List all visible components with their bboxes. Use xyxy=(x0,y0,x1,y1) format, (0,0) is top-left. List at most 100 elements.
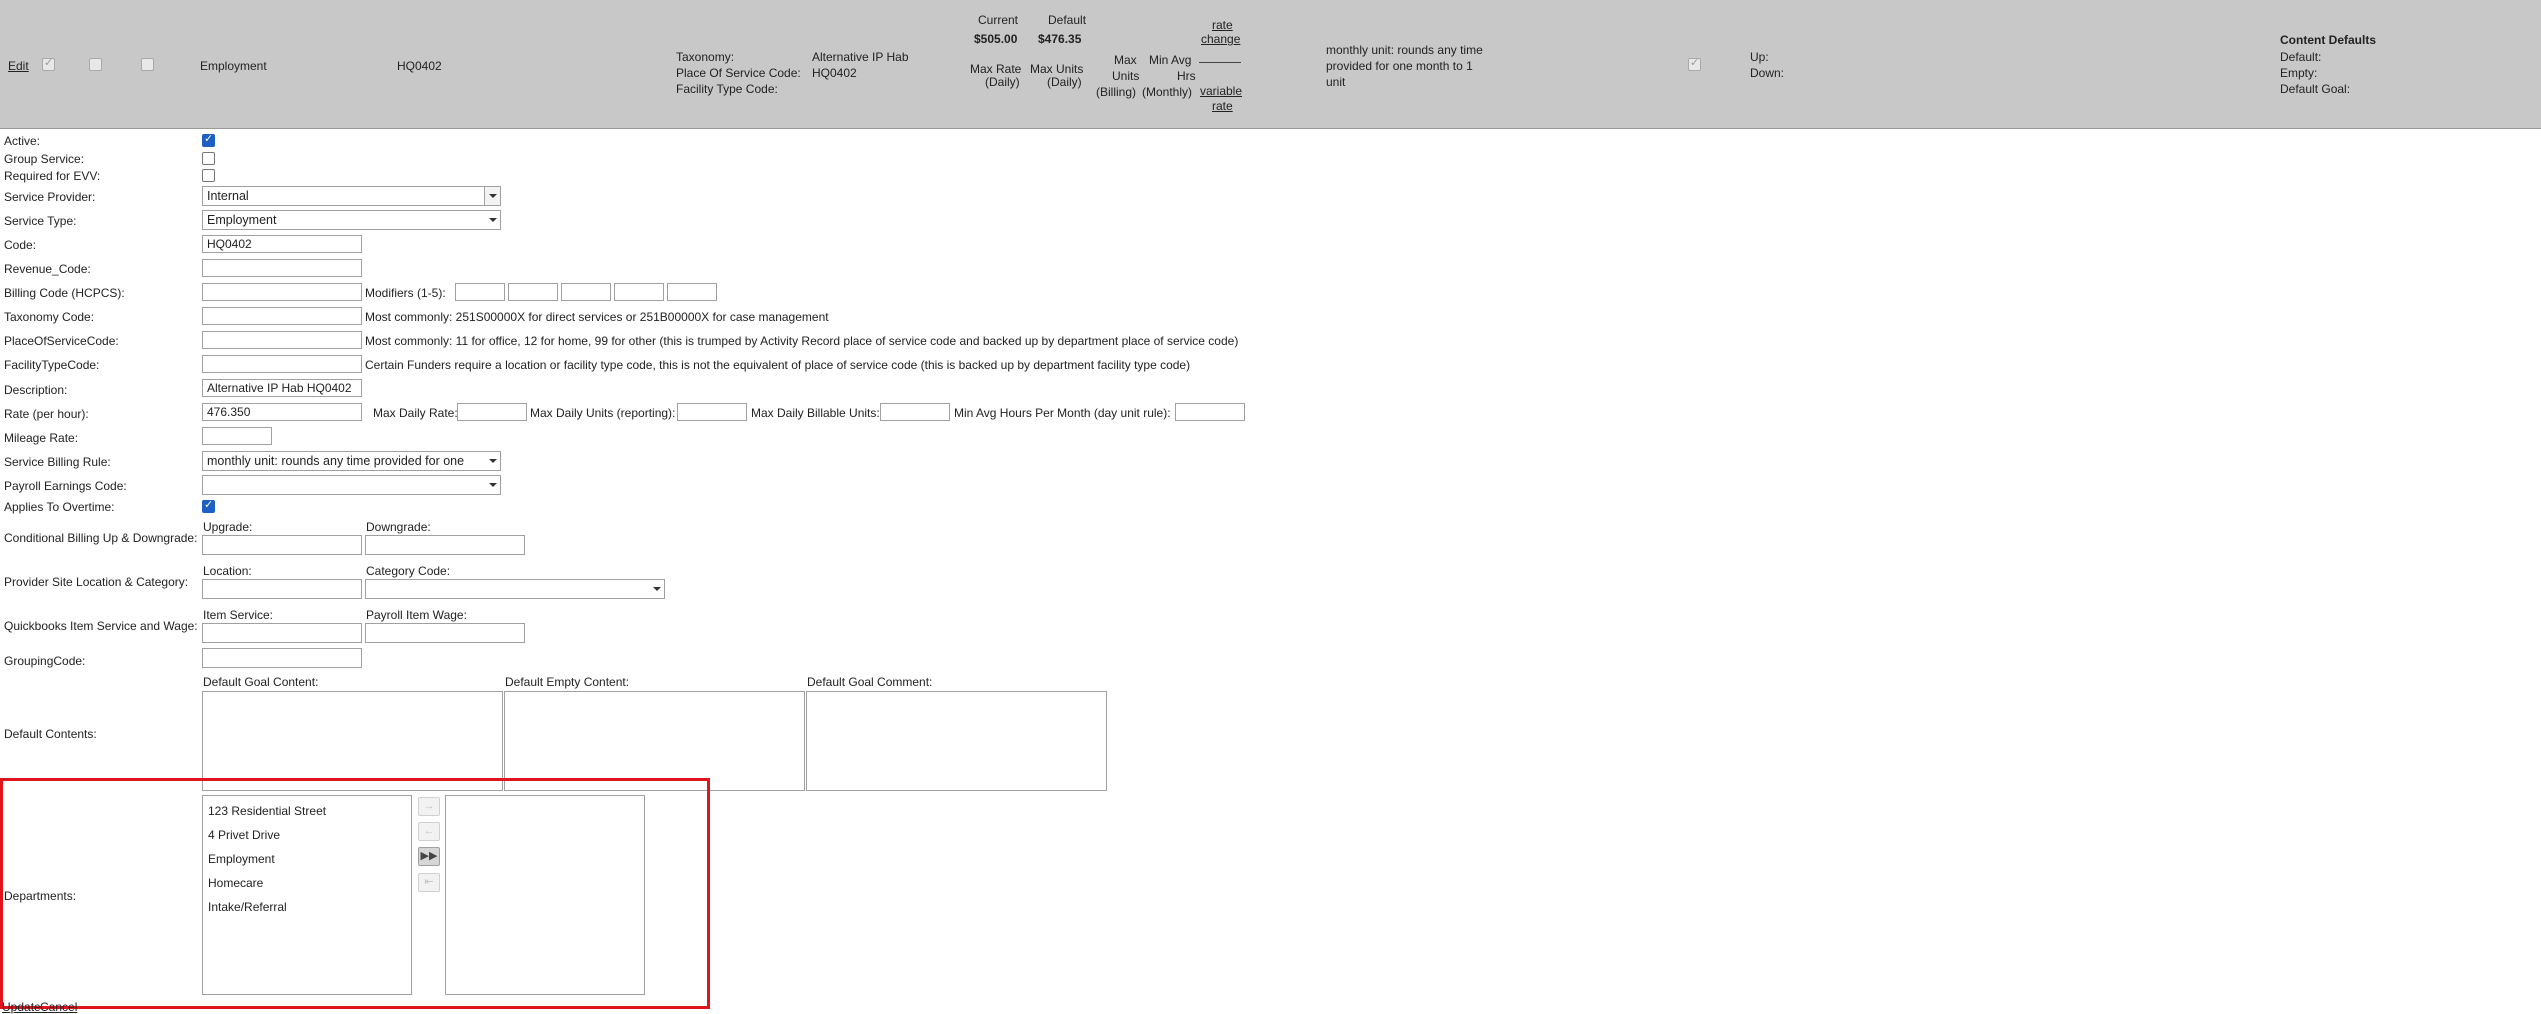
taxonomy-code-label: Taxonomy Code: xyxy=(4,310,95,324)
mileage-rate-label: Mileage Rate: xyxy=(4,431,79,445)
category-code-select[interactable] xyxy=(365,579,665,599)
upgrade-label: Upgrade: xyxy=(203,520,253,534)
rate-divider xyxy=(1199,62,1241,63)
max-daily-billable-input[interactable] xyxy=(880,403,950,421)
taxonomy-code-input[interactable] xyxy=(202,307,362,325)
service-type-select[interactable]: Employment xyxy=(202,210,501,230)
summary-taxonomy-value: Alternative IP Hab xyxy=(812,50,909,64)
update-link[interactable]: Update xyxy=(2,1000,41,1014)
downgrade-input[interactable] xyxy=(365,535,525,555)
service-type-label: Service Type: xyxy=(4,214,77,228)
variable-rate-link[interactable]: variable xyxy=(1200,84,1242,98)
dropdown-arrow-icon xyxy=(485,211,500,229)
default-contents-label: Default Contents: xyxy=(4,727,97,741)
required-evv-checkbox[interactable] xyxy=(202,169,215,182)
location-label: Location: xyxy=(203,564,252,578)
service-provider-select[interactable]: Internal xyxy=(202,186,501,206)
rate-change-link[interactable]: rate xyxy=(1212,18,1233,32)
dropdown-arrow-icon xyxy=(485,476,500,494)
rate-change-link-2[interactable]: change xyxy=(1201,32,1240,46)
max-units-billing-paren: (Billing) xyxy=(1096,85,1137,99)
revenue-code-label: Revenue_Code: xyxy=(4,262,91,276)
summary-active-checkbox xyxy=(42,56,55,71)
summary-evv-checkbox xyxy=(141,58,154,71)
code-label: Code: xyxy=(4,238,37,252)
conditional-billing-label: Conditional Billing Up & Downgrade: xyxy=(4,531,198,545)
upgrade-input[interactable] xyxy=(202,535,362,555)
modifiers-label: Modifiers (1-5): xyxy=(365,286,446,300)
summary-taxonomy-label: Taxonomy: xyxy=(676,50,735,64)
content-defaults-title: Content Defaults xyxy=(2280,33,2376,47)
code-input[interactable]: HQ0402 xyxy=(202,235,362,253)
billing-code-input[interactable] xyxy=(202,283,362,301)
service-type-value: Employment xyxy=(207,213,277,227)
billing-rule-select[interactable]: monthly unit: rounds any time provided f… xyxy=(202,451,501,471)
modifier-2-input[interactable] xyxy=(508,283,558,301)
variable-rate-link-2[interactable]: rate xyxy=(1212,99,1233,113)
rate-input[interactable]: 476.350 xyxy=(202,403,362,421)
group-service-checkbox[interactable] xyxy=(202,152,215,165)
dropdown-arrow-icon xyxy=(485,452,500,470)
taxonomy-hint: Most commonly: 251S00000X for direct ser… xyxy=(365,310,829,324)
service-provider-label: Service Provider: xyxy=(4,190,96,204)
summary-up-label: Up: xyxy=(1750,50,1769,64)
applies-overtime-checkbox[interactable] xyxy=(202,498,215,513)
summary-service-name: Employment xyxy=(200,59,267,73)
default-goal-comment-textarea[interactable] xyxy=(806,691,1107,791)
modifier-5-input[interactable] xyxy=(667,283,717,301)
default-empty-content-textarea[interactable] xyxy=(504,691,805,791)
min-avg-hours-label: Min Avg Hours Per Month (day unit rule): xyxy=(954,406,1171,420)
location-input[interactable] xyxy=(202,579,362,599)
summary-pos-label: Place Of Service Code: xyxy=(676,66,801,80)
active-label: Active: xyxy=(4,134,41,148)
edit-link[interactable]: Edit xyxy=(8,59,29,73)
cd-empty-label: Empty: xyxy=(2280,66,2318,80)
quickbooks-label: Quickbooks Item Service and Wage: xyxy=(4,619,198,633)
group-service-label: Group Service: xyxy=(4,152,85,166)
min-avg-hrs-paren: (Monthly) xyxy=(1142,85,1193,99)
grouping-code-label: GroupingCode: xyxy=(4,654,86,668)
default-empty-content-label: Default Empty Content: xyxy=(505,675,630,689)
summary-overtime-checkbox xyxy=(1688,56,1701,71)
summary-code: HQ0402 xyxy=(397,59,442,73)
facility-type-input[interactable] xyxy=(202,355,362,373)
rate-label: Rate (per hour): xyxy=(4,407,89,421)
payroll-code-select[interactable] xyxy=(202,475,501,495)
mileage-rate-input[interactable] xyxy=(202,427,272,445)
pos-code-input[interactable] xyxy=(202,331,362,349)
description-input[interactable]: Alternative IP Hab HQ0402 xyxy=(202,379,362,397)
summary-down-label: Down: xyxy=(1750,66,1785,80)
facility-type-label: FacilityTypeCode: xyxy=(4,358,100,372)
billing-code-label: Billing Code (HCPCS): xyxy=(4,286,125,300)
cancel-link[interactable]: Cancel xyxy=(40,1000,77,1014)
payroll-item-wage-label: Payroll Item Wage: xyxy=(366,608,467,622)
default-rate-value: $476.35 xyxy=(1038,32,1082,46)
current-rate-value: $505.00 xyxy=(974,32,1018,46)
pos-hint: Most commonly: 11 for office, 12 for hom… xyxy=(365,334,1239,348)
summary-pos-value: HQ0402 xyxy=(812,66,857,80)
default-goal-content-textarea[interactable] xyxy=(202,691,503,791)
active-checkbox[interactable] xyxy=(202,132,215,147)
modifier-1-input[interactable] xyxy=(455,283,505,301)
service-summary-header: Edit Employment HQ0402 Taxonomy: Place O… xyxy=(0,0,2541,129)
max-units-billing-label: Max xyxy=(1114,53,1137,67)
service-provider-value: Internal xyxy=(207,189,249,203)
max-daily-units-input[interactable] xyxy=(677,403,747,421)
max-rate-daily-label: Max Rate xyxy=(970,62,1022,76)
summary-facility-label: Facility Type Code: xyxy=(676,82,778,96)
item-service-input[interactable] xyxy=(202,623,362,643)
max-daily-rate-input[interactable] xyxy=(457,403,527,421)
revenue-code-input[interactable] xyxy=(202,259,362,277)
modifier-4-input[interactable] xyxy=(614,283,664,301)
payroll-item-wage-input[interactable] xyxy=(365,623,525,643)
dropdown-arrow-icon xyxy=(484,187,500,205)
payroll-code-label: Payroll Earnings Code: xyxy=(4,479,127,493)
category-code-label: Category Code: xyxy=(366,564,451,578)
modifier-3-input[interactable] xyxy=(561,283,611,301)
current-rate-label: Current xyxy=(978,13,1019,27)
min-avg-hours-input[interactable] xyxy=(1175,403,1245,421)
summary-billing-rule-2: provided for one month to 1 xyxy=(1326,59,1473,73)
summary-group-checkbox xyxy=(89,58,102,71)
max-daily-units-label: Max Daily Units (reporting): xyxy=(530,406,676,420)
grouping-code-input[interactable] xyxy=(202,648,362,668)
